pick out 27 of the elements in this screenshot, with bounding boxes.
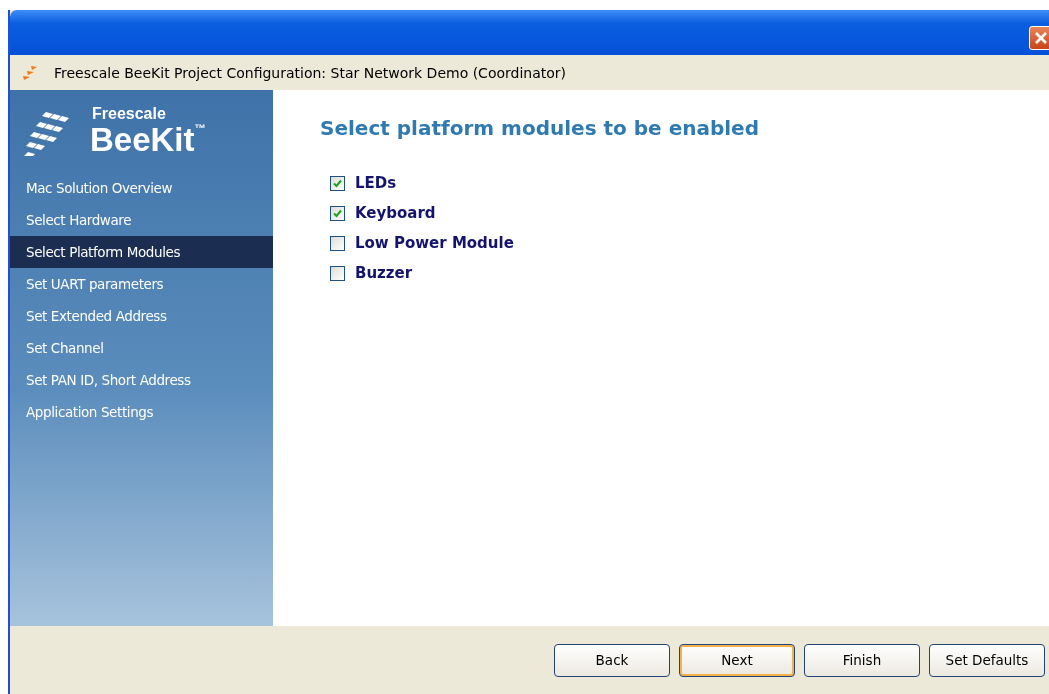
checkbox[interactable]	[330, 235, 345, 251]
dialog-button[interactable]: Set Defaults	[929, 643, 1045, 677]
brand-product: BeeKit	[90, 122, 195, 158]
sidebar-item[interactable]: Application Settings	[10, 396, 273, 428]
trademark-mark: ™	[194, 122, 206, 134]
window-title: Freescale BeeKit Project Configuration: Star Network Demo (Coordinator)	[54, 64, 567, 81]
sidebar-item[interactable]: Select Platform Modules	[10, 236, 273, 268]
checkbox-label: Buzzer	[355, 264, 413, 282]
checkbox-label: LEDs	[355, 174, 397, 192]
dialog-button[interactable]: Next	[679, 643, 795, 677]
dialog-button[interactable]: Back	[554, 643, 670, 677]
close-button[interactable]	[1029, 26, 1049, 50]
sidebar-item[interactable]: Set PAN ID, Short Address	[10, 364, 273, 396]
sidebar-item[interactable]: Set Extended Address	[10, 300, 273, 332]
sidebar-item[interactable]: Set UART parameters	[10, 268, 273, 300]
checkbox-label: Low Power Module	[355, 234, 514, 252]
dialog-button[interactable]: Finish	[804, 643, 920, 677]
close-icon	[1034, 31, 1048, 45]
checkbox-label: Keyboard	[355, 204, 436, 222]
brand-company: Freescale	[91, 106, 167, 122]
checkbox[interactable]	[330, 265, 345, 281]
checkbox[interactable]	[330, 205, 345, 221]
sidebar-item[interactable]: Select Hardware	[10, 204, 273, 236]
sidebar-item[interactable]: Set Channel	[10, 332, 273, 364]
page-heading: Select platform modules to be enabled	[320, 116, 760, 140]
checkbox[interactable]	[330, 175, 345, 191]
sidebar-item[interactable]: Mac Solution Overview	[10, 172, 273, 204]
